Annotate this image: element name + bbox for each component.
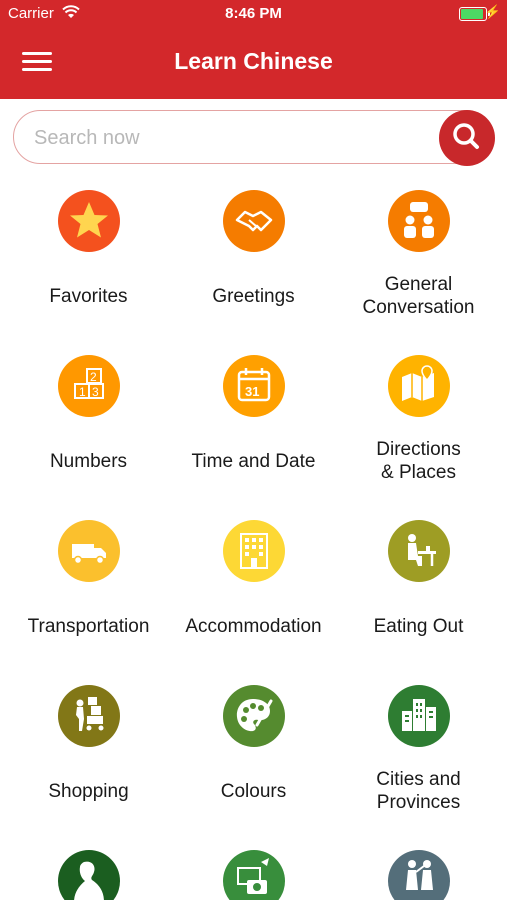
category-cities-provinces[interactable]: Cities and Provinces — [334, 680, 503, 844]
dining-icon — [388, 520, 450, 582]
conversation-icon — [388, 190, 450, 252]
category-numbers[interactable]: 213 Numbers — [4, 350, 173, 514]
category-shopping[interactable]: Shopping — [4, 680, 173, 844]
category-label: Favorites — [49, 286, 128, 307]
category-label: Eating Out — [373, 616, 464, 637]
category-row5-1[interactable] — [4, 845, 173, 900]
category-row5-2[interactable] — [169, 845, 338, 900]
category-eating-out[interactable]: Eating Out — [334, 515, 503, 679]
shopping-cart-icon — [58, 685, 120, 747]
category-accommodation[interactable]: Accommodation — [169, 515, 338, 679]
palette-icon — [223, 685, 285, 747]
city-buildings-icon — [388, 685, 450, 747]
category-favorites[interactable]: Favorites — [4, 185, 173, 349]
category-label: General Conversation — [362, 274, 475, 318]
category-directions-places[interactable]: Directions & Places — [334, 350, 503, 514]
number-blocks-icon: 213 — [58, 355, 120, 417]
svg-text:2: 2 — [90, 370, 97, 384]
star-icon — [58, 190, 120, 252]
handshake-icon — [223, 190, 285, 252]
category-label: Accommodation — [185, 616, 322, 637]
category-colours[interactable]: Colours — [169, 680, 338, 844]
category-label: Cities and Provinces — [376, 769, 461, 813]
category-row5-3[interactable] — [334, 845, 503, 900]
category-label: Colours — [220, 781, 287, 802]
truck-icon — [58, 520, 120, 582]
category-greetings[interactable]: Greetings — [169, 185, 338, 349]
category-grid: Favorites Greetings General Conversation… — [0, 0, 507, 900]
hotel-icon — [223, 520, 285, 582]
travel-camera-icon — [223, 850, 285, 900]
svg-text:3: 3 — [92, 385, 99, 399]
category-label: Shopping — [48, 781, 129, 802]
category-time-and-date[interactable]: 31 Time and Date — [169, 350, 338, 514]
category-label: Directions & Places — [376, 439, 461, 483]
svg-text:31: 31 — [245, 384, 259, 399]
category-label: Transportation — [27, 616, 150, 637]
family-icon — [388, 850, 450, 900]
category-general-conversation[interactable]: General Conversation — [334, 185, 503, 349]
category-label: Time and Date — [191, 451, 316, 472]
category-label: Numbers — [49, 451, 128, 472]
svg-text:1: 1 — [79, 385, 86, 399]
calendar-icon: 31 — [223, 355, 285, 417]
category-label: Greetings — [212, 286, 295, 307]
category-transportation[interactable]: Transportation — [4, 515, 173, 679]
person-silhouette-icon — [58, 850, 120, 900]
map-icon — [388, 355, 450, 417]
